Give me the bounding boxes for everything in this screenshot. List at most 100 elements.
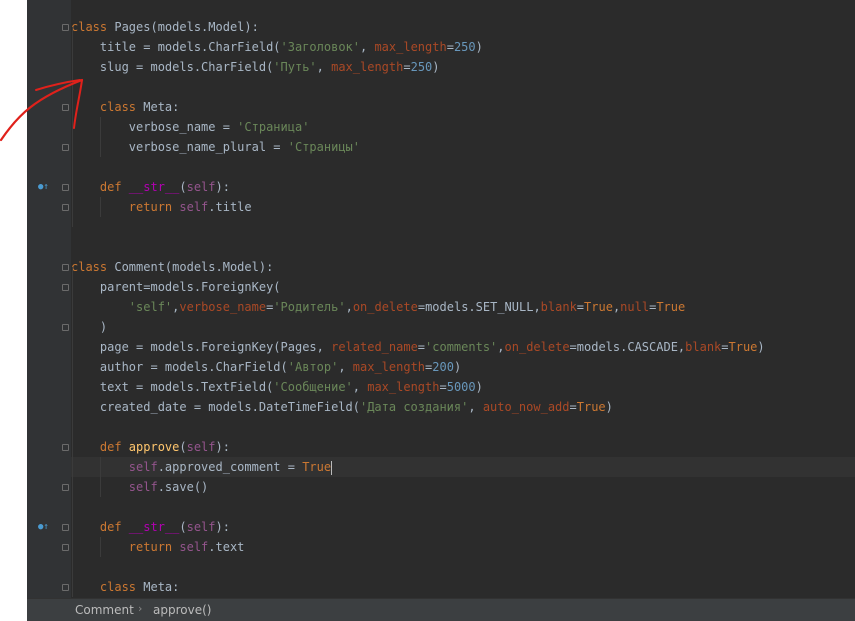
code-token: null: [620, 300, 650, 314]
indent-guide: [100, 117, 101, 157]
code-token: class: [71, 580, 144, 594]
code-line[interactable]: author = models.CharField('Автор', max_l…: [71, 357, 855, 377]
code-token: 250: [410, 60, 433, 74]
code-token: verbose_name_plural =: [71, 140, 288, 154]
code-line[interactable]: return self.title: [71, 197, 855, 217]
code-editor[interactable]: class Pages(models.Model): title = model…: [27, 0, 855, 598]
code-line[interactable]: 'self',verbose_name='Родитель',on_delete…: [71, 297, 855, 317]
indent-guide: [100, 457, 101, 497]
code-line[interactable]: class Meta:: [71, 577, 855, 597]
code-token: (: [179, 440, 187, 454]
code-token: self: [179, 540, 209, 554]
code-token: self: [71, 460, 158, 474]
fold-marker-icon[interactable]: [62, 284, 69, 291]
code-line[interactable]: slug = models.CharField('Путь', max_leng…: [71, 57, 855, 77]
code-token: ): [432, 60, 440, 74]
code-token: self: [186, 520, 216, 534]
code-token: return: [71, 540, 180, 554]
code-token: =: [417, 340, 426, 354]
code-line[interactable]: ): [71, 317, 855, 337]
code-token: page = models.ForeignKey(Pages,: [71, 340, 332, 354]
code-token: ,: [345, 300, 353, 314]
fold-marker-icon[interactable]: [62, 584, 69, 591]
code-token: created_date = models.DateTimeField(: [71, 400, 360, 414]
code-token: ):: [215, 440, 230, 454]
code-token: slug = models.CharField(: [71, 60, 274, 74]
code-token: def: [71, 180, 129, 194]
code-token: self: [179, 200, 209, 214]
code-token: Meta:: [143, 100, 180, 114]
code-token: class: [71, 260, 115, 274]
code-token: max_length: [367, 380, 440, 394]
code-token: True: [656, 300, 686, 314]
code-token: ,: [352, 380, 368, 394]
code-token: self: [186, 440, 216, 454]
code-token: ): [475, 40, 483, 54]
fold-marker-icon[interactable]: [62, 444, 69, 451]
fold-marker-icon[interactable]: [62, 324, 69, 331]
code-token: max_length: [352, 360, 426, 374]
code-token: ,: [468, 400, 483, 414]
code-line[interactable]: title = models.CharField('Заголовок', ma…: [71, 37, 855, 57]
code-token: =models.CASCADE,: [569, 340, 686, 354]
code-token: max_length: [374, 40, 447, 54]
fold-marker-icon[interactable]: [62, 264, 69, 271]
indent-guide: [100, 197, 101, 217]
indent-guide: [100, 537, 101, 557]
override-gutter-icon[interactable]: ●↑: [38, 522, 49, 532]
code-line[interactable]: class Pages(models.Model):: [71, 17, 855, 37]
code-token: __str__: [128, 520, 180, 534]
code-line[interactable]: def __str__(self):: [71, 517, 855, 537]
text-caret: [331, 460, 333, 475]
code-line[interactable]: parent=models.ForeignKey(: [71, 277, 855, 297]
code-token: ):: [215, 180, 230, 194]
code-token: ,: [497, 340, 505, 354]
code-token: related_name: [331, 340, 418, 354]
code-token: self: [71, 480, 158, 494]
code-line[interactable]: page = models.ForeignKey(Pages, related_…: [71, 337, 855, 357]
code-token: return: [71, 200, 180, 214]
code-line[interactable]: verbose_name = 'Страница': [71, 117, 855, 137]
code-line[interactable]: created_date = models.DateTimeField('Дат…: [71, 397, 855, 417]
fold-marker-icon[interactable]: [62, 204, 69, 211]
code-token: =: [403, 60, 411, 74]
code-token: parent=models.ForeignKey(: [71, 280, 281, 294]
override-gutter-icon[interactable]: ●↑: [38, 182, 49, 192]
code-token: 5000: [446, 380, 476, 394]
code-token: author = models.CharField(: [71, 360, 288, 374]
fold-marker-icon[interactable]: [62, 524, 69, 531]
code-token: =: [576, 300, 585, 314]
code-token: True: [576, 400, 606, 414]
code-line[interactable]: self.approved_comment = True: [71, 457, 855, 477]
code-token: Meta:: [143, 580, 180, 594]
breadcrumb-class[interactable]: Comment: [75, 603, 134, 617]
code-line[interactable]: class Comment(models.Model):: [71, 257, 855, 277]
code-line[interactable]: def __str__(self):: [71, 177, 855, 197]
fold-marker-icon[interactable]: [62, 544, 69, 551]
breadcrumb-bar: Comment › approve(): [27, 598, 855, 621]
code-token: max_length: [331, 60, 404, 74]
code-line[interactable]: verbose_name_plural = 'Страницы': [71, 137, 855, 157]
code-token: 'Сообщение': [273, 380, 353, 394]
code-token: .approved_comment =: [157, 460, 303, 474]
code-token: text = models.TextField(: [71, 380, 274, 394]
code-token: ,: [360, 40, 375, 54]
code-token: =models.SET_NULL,: [417, 300, 541, 314]
code-token: blank: [540, 300, 577, 314]
code-token: def: [71, 520, 129, 534]
code-line[interactable]: def approve(self):: [71, 437, 855, 457]
code-token: 'Заголовок': [280, 40, 360, 54]
breadcrumb-method[interactable]: approve(): [153, 603, 211, 617]
fold-marker-icon[interactable]: [62, 184, 69, 191]
code-token: ): [757, 340, 765, 354]
code-line[interactable]: return self.text: [71, 537, 855, 557]
code-line[interactable]: self.save(): [71, 477, 855, 497]
code-token: verbose_name: [179, 300, 267, 314]
code-line[interactable]: text = models.TextField('Сообщение', max…: [71, 377, 855, 397]
code-token: Pages(models.Model):: [114, 20, 259, 34]
fold-marker-icon[interactable]: [62, 484, 69, 491]
code-token: ): [71, 320, 108, 334]
code-line[interactable]: class Meta:: [71, 97, 855, 117]
code-token: ):: [215, 520, 230, 534]
code-token: True: [302, 460, 332, 474]
